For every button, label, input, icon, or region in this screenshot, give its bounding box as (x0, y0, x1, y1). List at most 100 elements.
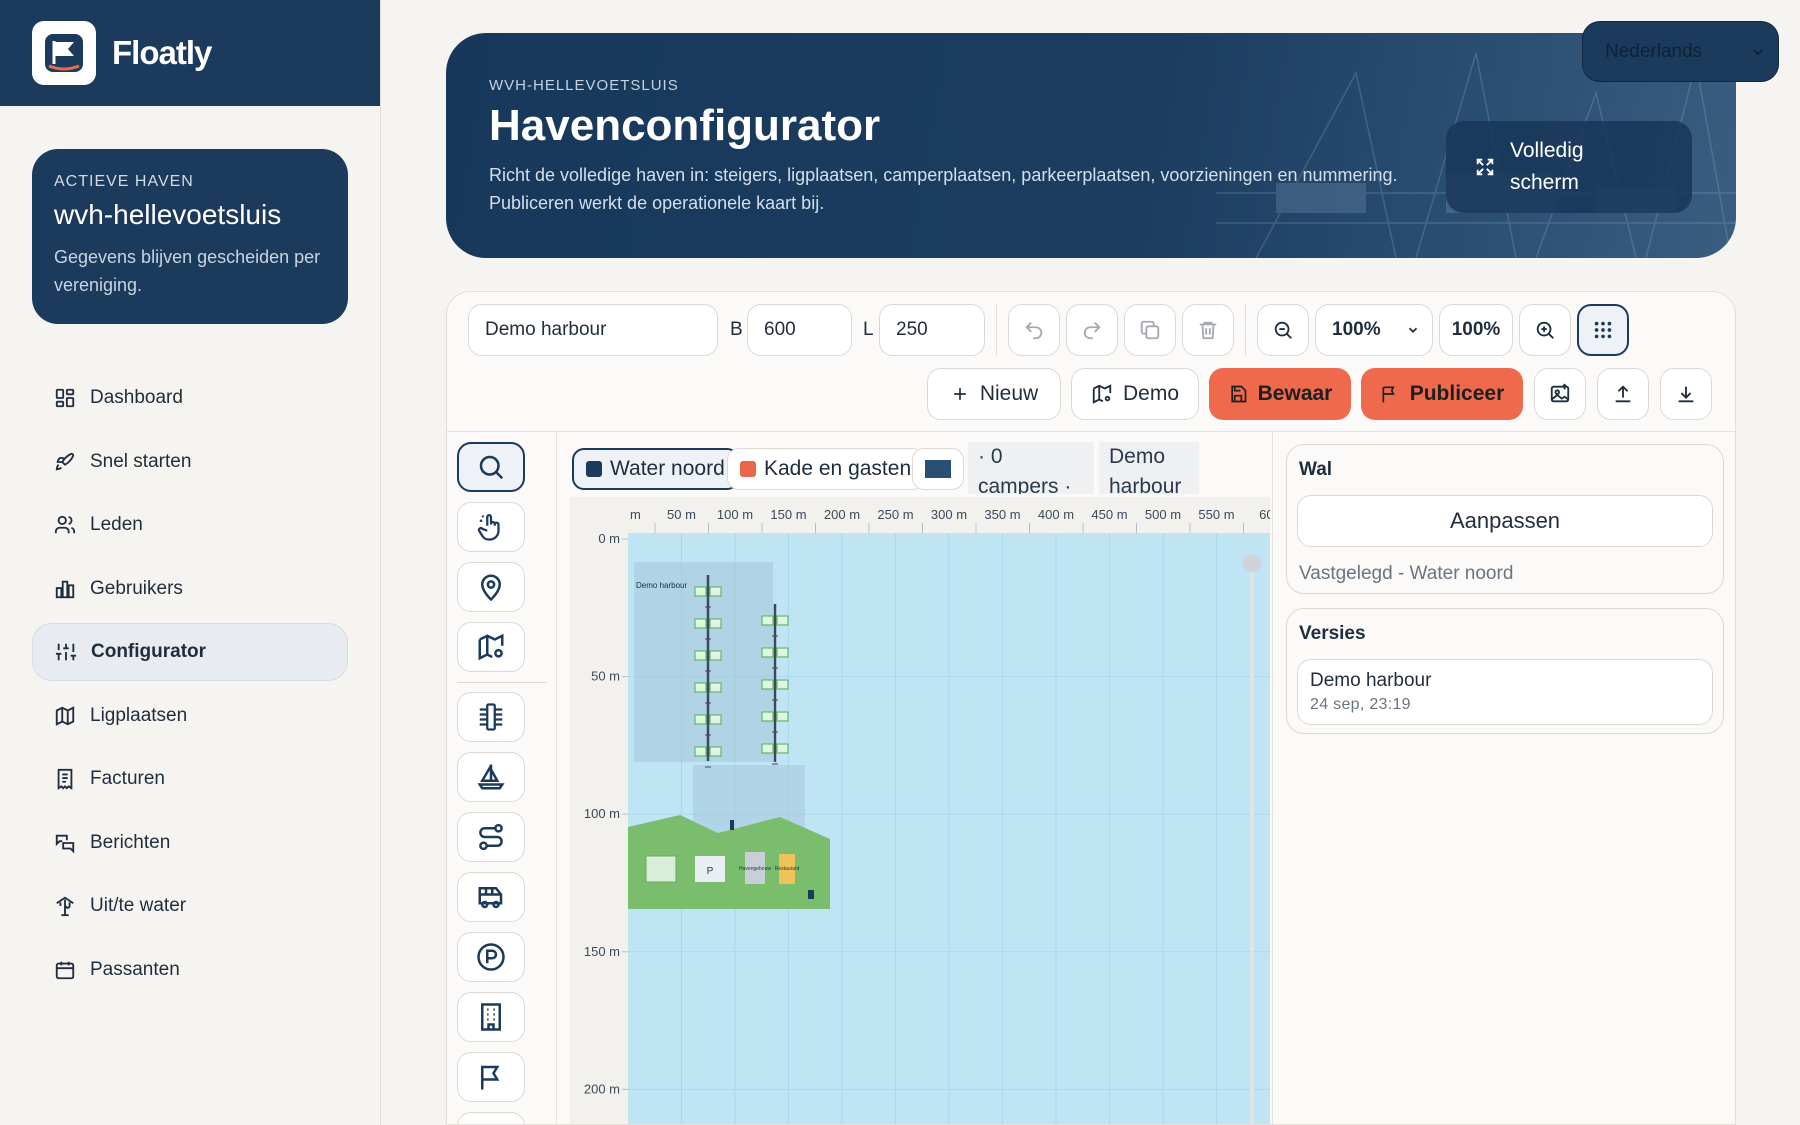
berth[interactable] (709, 650, 722, 661)
length-label: L (863, 319, 874, 340)
active-harbor-card: ACTIEVE HAVEN wvh-hellevoetsluis Gegeven… (32, 149, 348, 324)
berth[interactable] (761, 743, 774, 754)
download-button[interactable] (1660, 368, 1712, 420)
tool-place-pin[interactable] (457, 562, 525, 612)
flag-icon (481, 1065, 500, 1090)
map-scrollbar[interactable] (1250, 561, 1254, 1125)
fullscreen-button[interactable]: Volledig scherm (1446, 121, 1692, 213)
length-input[interactable]: 250 (879, 304, 985, 356)
brand-name[interactable]: Floatly (112, 34, 212, 72)
demo-button[interactable]: Demo (1071, 368, 1199, 420)
page-title: Havenconfigurator (489, 101, 881, 150)
sidebar-item-snel-starten[interactable]: Snel starten (32, 433, 348, 491)
tool-parking[interactable] (457, 932, 525, 982)
camper-zone[interactable] (645, 855, 677, 883)
entrance-marker[interactable] (730, 820, 734, 830)
building-label: Havengebouw (739, 866, 771, 872)
version-date: 24 sep, 23:19 (1310, 696, 1411, 713)
zoom-out-button[interactable] (1257, 304, 1309, 356)
berth[interactable] (776, 743, 789, 754)
layer-kade-en-gasten[interactable]: Kade en gasten (727, 448, 925, 490)
tool-berth[interactable] (457, 752, 525, 802)
layer-water-noord[interactable]: Water noord (572, 448, 739, 490)
tool-inspect[interactable] (457, 442, 525, 492)
sidebar-item-passanten[interactable]: Passanten (32, 941, 348, 999)
water-swatch (586, 461, 602, 477)
delete-button[interactable] (1182, 304, 1234, 356)
toolbar-divider (1245, 304, 1246, 356)
tool-route[interactable] (457, 812, 525, 862)
version-item[interactable]: Demo harbour 24 sep, 23:19 (1297, 659, 1713, 725)
sidebar-item-configurator[interactable]: Configurator (32, 623, 348, 681)
width-input[interactable]: 600 (747, 304, 852, 356)
map-marker-icon (480, 574, 502, 602)
color-picker-button[interactable] (912, 448, 964, 490)
upload-button[interactable] (1597, 368, 1649, 420)
berth[interactable] (694, 650, 707, 661)
redo-button[interactable] (1066, 304, 1118, 356)
publish-button[interactable]: Publiceer (1361, 368, 1523, 420)
demo-button-label: Demo (1122, 382, 1180, 405)
language-select[interactable]: Nederlands (1582, 21, 1779, 82)
berth[interactable] (761, 615, 774, 626)
sidebar-item-label: Leden (90, 514, 143, 535)
sidebar-item-gebruikers[interactable]: Gebruikers (32, 560, 348, 618)
berth[interactable] (694, 746, 707, 757)
tool-more[interactable] (457, 1112, 525, 1124)
x-tick-label: 300 m (931, 507, 967, 522)
tool-pier[interactable] (457, 692, 525, 742)
zoom-select[interactable]: 100% (1315, 304, 1433, 356)
sidebar-item-label: Berichten (90, 831, 171, 853)
tool-camper[interactable] (457, 872, 525, 922)
map-harbour-label: Demo harbour (636, 581, 687, 590)
berth[interactable] (694, 618, 707, 629)
save-button[interactable]: Bewaar (1209, 368, 1351, 420)
sidebar-item-leden[interactable]: Leden (32, 496, 348, 554)
berth[interactable] (709, 746, 722, 757)
undo-button[interactable] (1008, 304, 1060, 356)
sidebar-item-ligplaatsen[interactable]: Ligplaatsen (32, 687, 348, 745)
berth[interactable] (709, 682, 722, 693)
sidebar-item-label: Passanten (90, 958, 180, 980)
facility-marker[interactable] (808, 890, 814, 899)
sidebar-item-uit-te-water[interactable]: Uit/te water (32, 877, 348, 935)
berth[interactable] (694, 586, 707, 597)
berth[interactable] (694, 714, 707, 725)
crane-icon (56, 896, 74, 917)
tool-map-location[interactable] (457, 622, 525, 672)
version-name: Demo harbour (1310, 670, 1432, 691)
berth[interactable] (761, 679, 774, 690)
map-scrollbar-thumb[interactable] (1243, 554, 1261, 572)
zoom-in-button[interactable] (1519, 304, 1571, 356)
berth[interactable] (776, 615, 789, 626)
berth[interactable] (776, 679, 789, 690)
berth[interactable] (709, 586, 722, 597)
berth[interactable] (709, 618, 722, 629)
grid-toggle-button[interactable] (1577, 304, 1629, 356)
tool-pan[interactable] (457, 502, 525, 552)
save-icon (1230, 385, 1246, 403)
harbour-map-canvas[interactable]: m 50 m 100 m 150 m 200 m 250 m 300 m 350 m 400 m… (570, 497, 1270, 1125)
export-image-button[interactable] (1534, 368, 1586, 420)
berth[interactable] (776, 711, 789, 722)
berth[interactable] (776, 647, 789, 658)
berth[interactable] (761, 647, 774, 658)
duplicate-button[interactable] (1124, 304, 1176, 356)
flag-logo-icon[interactable] (32, 21, 96, 85)
new-button[interactable]: Nieuw (927, 368, 1061, 420)
berth[interactable] (709, 714, 722, 725)
flag-icon (1382, 386, 1395, 403)
sidebar-item-dashboard[interactable]: Dashboard (32, 369, 348, 427)
adjust-button[interactable]: Aanpassen (1297, 495, 1713, 547)
x-tick-label: 400 m (1038, 507, 1074, 522)
berth[interactable] (694, 682, 707, 693)
sidebar: Floatly ACTIEVE HAVEN wvh-hellevoetsluis… (0, 0, 381, 1125)
zoom-out-icon (1274, 321, 1292, 339)
harbour-name-input[interactable]: Demo harbour (468, 304, 718, 356)
sidebar-item-berichten[interactable]: Berichten (32, 814, 348, 872)
tool-building[interactable] (457, 992, 525, 1042)
berth[interactable] (761, 711, 774, 722)
tool-flag[interactable] (457, 1052, 525, 1102)
sidebar-item-facturen[interactable]: Facturen (32, 750, 348, 808)
shore-title: Wal (1299, 459, 1333, 480)
